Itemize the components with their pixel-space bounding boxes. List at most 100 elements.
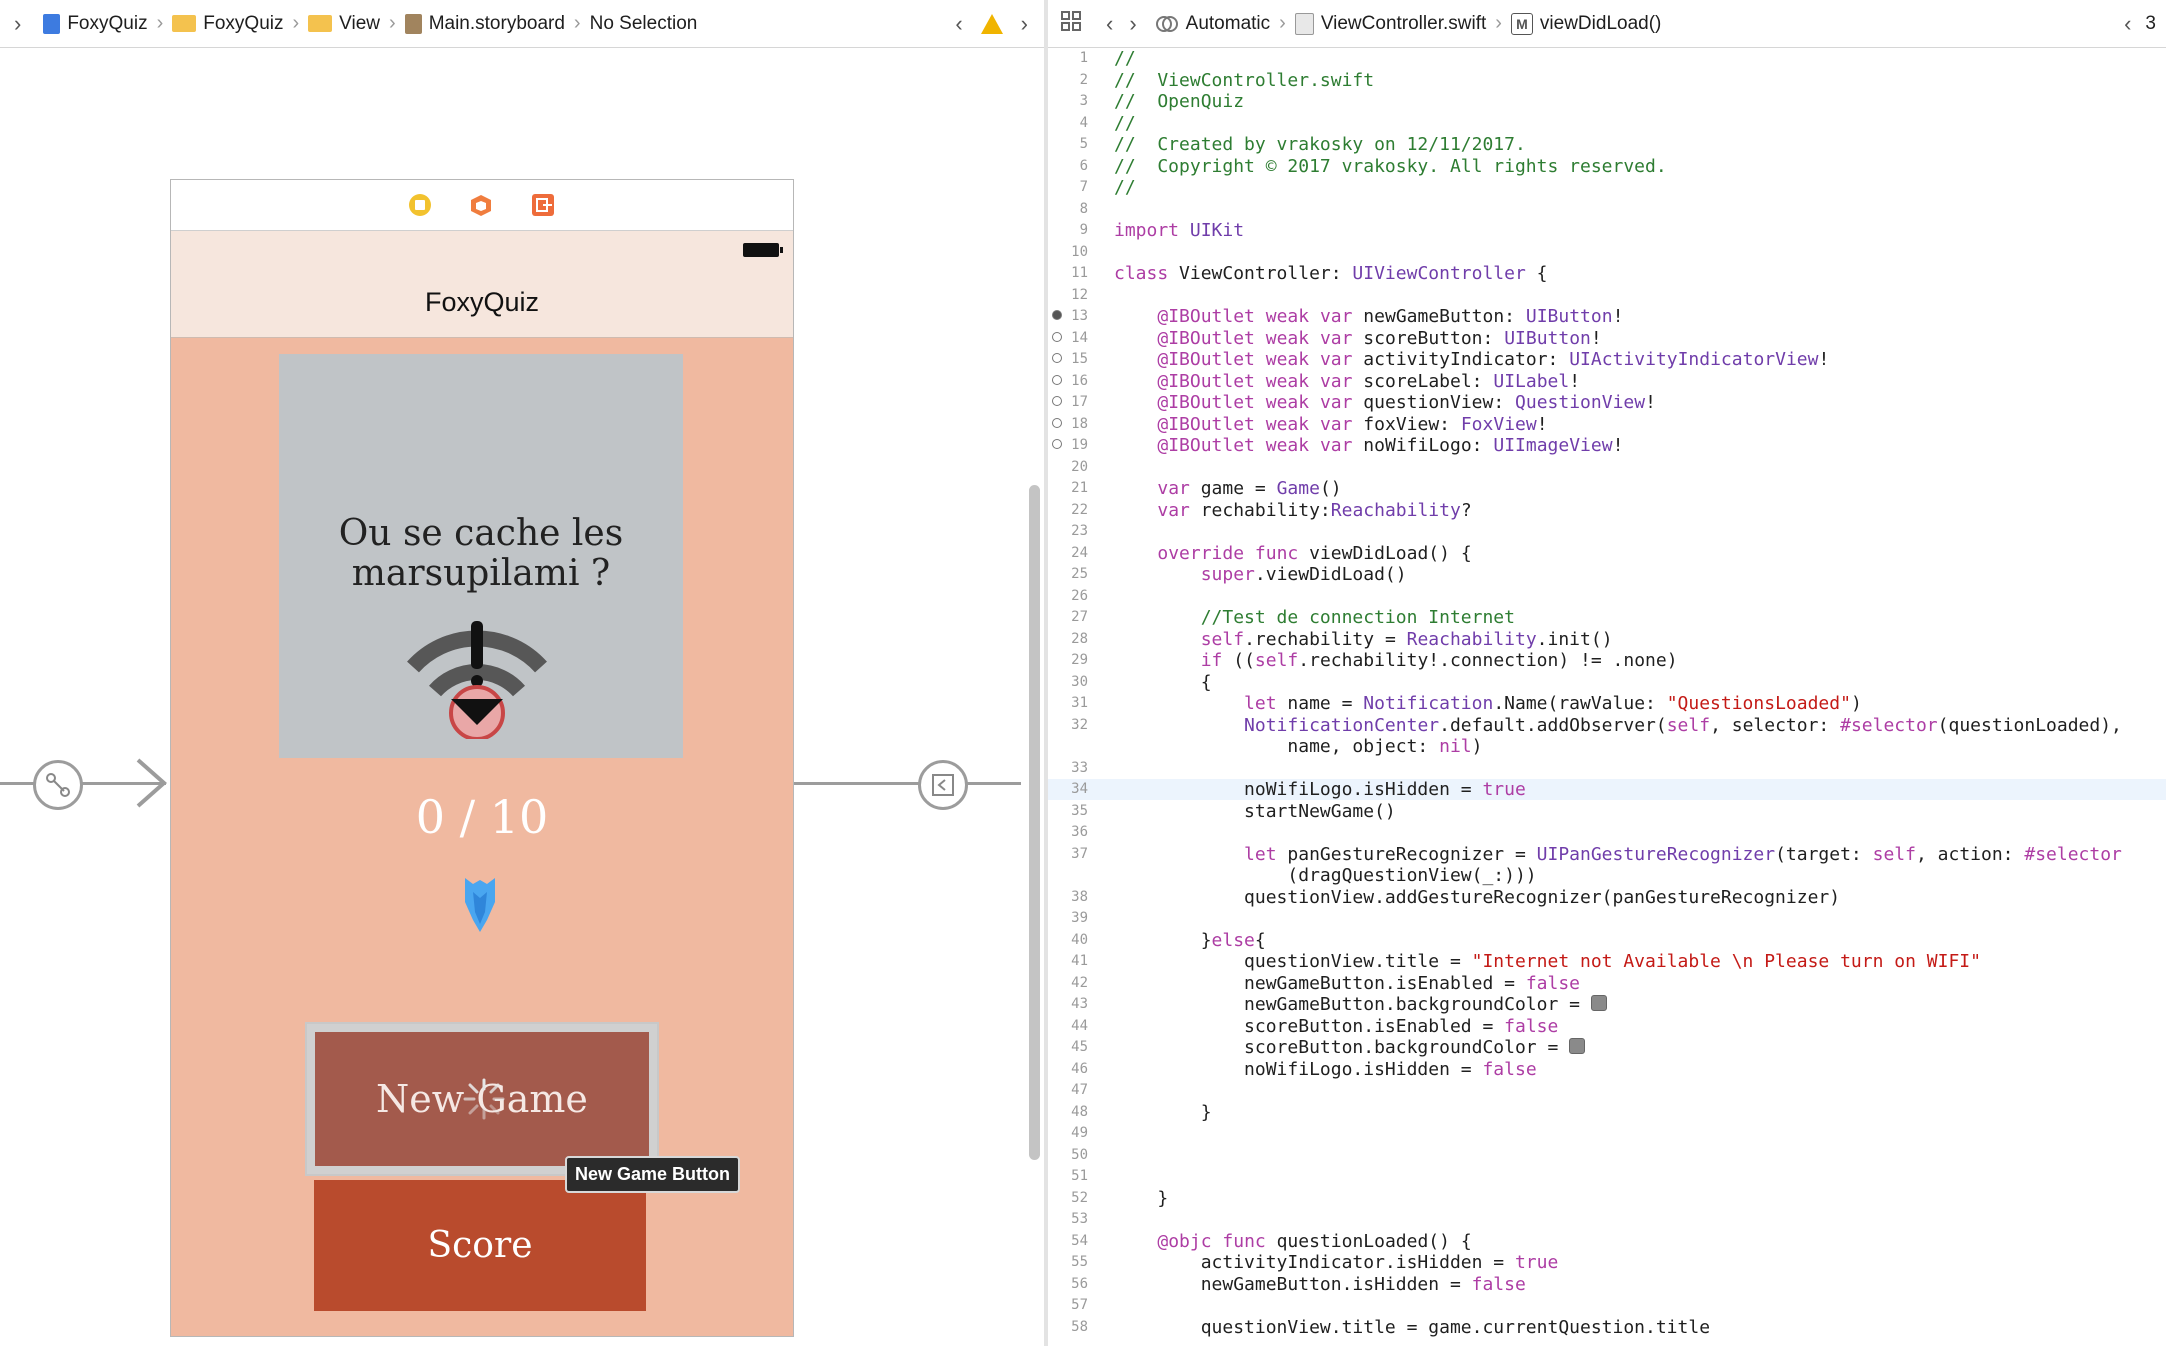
color-literal-icon[interactable]	[1569, 1038, 1586, 1054]
code-line[interactable]: 8	[1048, 199, 2166, 220]
code-line[interactable]: 42 newGameButton.isEnabled = false	[1048, 973, 2166, 994]
code-line[interactable]: 16 @IBOutlet weak var scoreLabel: UILabe…	[1048, 371, 2166, 392]
code-line[interactable]: 1 //	[1048, 48, 2166, 69]
chevron-left-icon[interactable]: ‹	[2116, 11, 2139, 37]
outlet-connection-icon[interactable]	[1052, 310, 1062, 320]
code-line[interactable]: 29 if ((self.rechability!.connection) !=…	[1048, 650, 2166, 671]
code-line[interactable]: 21 var game = Game()	[1048, 478, 2166, 499]
code-line[interactable]: (dragQuestionView(_:)))	[1048, 865, 2166, 886]
line-number: 40	[1071, 931, 1088, 948]
code-line[interactable]: 17 @IBOutlet weak var questionView: Ques…	[1048, 392, 2166, 413]
code-line[interactable]: 7 //	[1048, 177, 2166, 198]
code-line[interactable]: 45 scoreButton.backgroundColor =	[1048, 1037, 2166, 1058]
code-line[interactable]: 30 {	[1048, 672, 2166, 693]
code-line[interactable]: 2 // ViewController.swift	[1048, 70, 2166, 91]
code-line[interactable]: 58 questionView.title = game.currentQues…	[1048, 1317, 2166, 1338]
code-line[interactable]: 44 scoreButton.isEnabled = false	[1048, 1016, 2166, 1037]
code-line[interactable]: 3 // OpenQuiz	[1048, 91, 2166, 112]
code-line[interactable]: 38 questionView.addGestureRecognizer(pan…	[1048, 887, 2166, 908]
score-button[interactable]: Score	[314, 1180, 646, 1311]
line-number: 9	[1079, 222, 1088, 238]
code-line[interactable]: 23	[1048, 521, 2166, 542]
code-line[interactable]: 46 noWifiLogo.isHidden = false	[1048, 1059, 2166, 1080]
code-line[interactable]: 25 super.viewDidLoad()	[1048, 564, 2166, 585]
code-line[interactable]: 15 @IBOutlet weak var activityIndicator:…	[1048, 349, 2166, 370]
crumb-project[interactable]: FoxyQuiz	[43, 13, 148, 35]
code-line[interactable]: 56 newGameButton.isHidden = false	[1048, 1274, 2166, 1295]
code-line[interactable]: 5 // Created by vrakosky on 12/11/2017.	[1048, 134, 2166, 155]
code-line[interactable]: 36	[1048, 822, 2166, 843]
code-line[interactable]: 28 self.rechability = Reachability.init(…	[1048, 629, 2166, 650]
code-line[interactable]: 34 noWifiLogo.isHidden = true	[1048, 779, 2166, 800]
code-line[interactable]: 54 @objc func questionLoaded() {	[1048, 1231, 2166, 1252]
exit-icon[interactable]	[531, 193, 555, 217]
code-line[interactable]: 26	[1048, 586, 2166, 607]
code-text: }else{	[1114, 929, 1266, 951]
warning-icon[interactable]	[980, 13, 1003, 34]
code-line[interactable]: 47	[1048, 1080, 2166, 1101]
code-line[interactable]: 33	[1048, 758, 2166, 779]
crumb-storyboard[interactable]: Main.storyboard	[404, 13, 565, 35]
code-line[interactable]: 22 var rechability:Reachability?	[1048, 500, 2166, 521]
code-line[interactable]: 24 override func viewDidLoad() {	[1048, 543, 2166, 564]
segue-icon[interactable]	[918, 760, 968, 810]
code-line[interactable]: 31 let name = Notification.Name(rawValue…	[1048, 693, 2166, 714]
code-line[interactable]: 13 @IBOutlet weak var newGameButton: UIB…	[1048, 306, 2166, 327]
code-line[interactable]: 41 questionView.title = "Internet not Av…	[1048, 951, 2166, 972]
code-line[interactable]: 6 // Copyright © 2017 vrakosky. All right…	[1048, 156, 2166, 177]
view-controller-icon[interactable]	[408, 193, 432, 217]
code-line[interactable]: 27 //Test de connection Internet	[1048, 607, 2166, 628]
chevron-right-icon[interactable]: ›	[1013, 11, 1036, 37]
fox-icon[interactable]	[461, 872, 499, 934]
code-line[interactable]: 50	[1048, 1145, 2166, 1166]
outlet-connection-icon[interactable]	[1052, 396, 1062, 406]
outlet-connection-icon[interactable]	[1052, 417, 1062, 428]
file-crumb[interactable]: ViewController.swift	[1294, 12, 1486, 35]
code-line[interactable]: 20	[1048, 457, 2166, 478]
outlet-connection-icon[interactable]	[1052, 331, 1062, 342]
code-line[interactable]: 52 }	[1048, 1188, 2166, 1209]
crumb-group[interactable]: FoxyQuiz	[172, 13, 284, 35]
code-line[interactable]: 49	[1048, 1123, 2166, 1144]
chevron-left-icon[interactable]: ‹	[1098, 11, 1121, 37]
code-line[interactable]: 18 @IBOutlet weak var foxView: FoxView!	[1048, 414, 2166, 435]
code-line[interactable]: 48 }	[1048, 1102, 2166, 1123]
code-line[interactable]: 43 newGameButton.backgroundColor =	[1048, 994, 2166, 1015]
code-line[interactable]: name, object: nil)	[1048, 736, 2166, 757]
outlet-connection-icon[interactable]	[1052, 439, 1062, 449]
outlet-connection-icon[interactable]	[1052, 353, 1062, 363]
code-area[interactable]: 1//2// ViewController.swift 3// OpenQuiz 4…	[1048, 48, 2166, 1346]
code-line[interactable]: 12	[1048, 285, 2166, 306]
code-line[interactable]: 9 import UIKit	[1048, 220, 2166, 241]
code-line[interactable]: 55 activityIndicator.isHidden = true	[1048, 1252, 2166, 1273]
code-line[interactable]: 14 @IBOutlet weak var scoreButton: UIBut…	[1048, 328, 2166, 349]
chevron-right-icon[interactable]: ›	[1121, 11, 1144, 37]
code-line[interactable]: 39	[1048, 908, 2166, 929]
outlet-connection-icon[interactable]	[1052, 374, 1062, 385]
chevron-right-icon[interactable]: ›	[6, 11, 29, 37]
code-line[interactable]: 51	[1048, 1166, 2166, 1187]
code-line[interactable]: 40 }else{	[1048, 930, 2166, 951]
related-items-icon[interactable]	[1060, 10, 1082, 38]
code-line[interactable]: 4 //	[1048, 113, 2166, 134]
code-line[interactable]: 19 @IBOutlet weak var noWifiLogo: UIImag…	[1048, 435, 2166, 456]
method-crumb[interactable]: M viewDidLoad()	[1510, 12, 1661, 35]
code-line[interactable]: 10	[1048, 242, 2166, 263]
new-game-button[interactable]: New Game	[315, 1032, 649, 1166]
scrollbar[interactable]	[1029, 485, 1040, 1160]
code-line[interactable]: 37 let panGestureRecognizer = UIPanGestu…	[1048, 844, 2166, 865]
code-line[interactable]: 35 startNewGame()	[1048, 801, 2166, 822]
question-view[interactable]: Ou se cache les marsupilami ?	[279, 354, 683, 758]
code-line[interactable]: 53	[1048, 1209, 2166, 1230]
crumb-selection[interactable]: No Selection	[590, 13, 698, 35]
color-literal-icon[interactable]	[1590, 995, 1607, 1011]
segue-icon[interactable]	[33, 760, 83, 810]
chevron-left-icon[interactable]: ‹	[947, 11, 970, 37]
code-line[interactable]: 57	[1048, 1295, 2166, 1316]
first-responder-icon[interactable]	[469, 193, 493, 217]
assistant-mode-menu[interactable]: Automatic	[1155, 12, 1270, 36]
code-line[interactable]: 11 class ViewController: UIViewController…	[1048, 263, 2166, 284]
code-text: questionView.addGestureRecognizer(panGes…	[1114, 886, 1841, 908]
crumb-view[interactable]: View	[308, 13, 380, 35]
code-line[interactable]: 32 NotificationCenter.default.addObserve…	[1048, 715, 2166, 736]
